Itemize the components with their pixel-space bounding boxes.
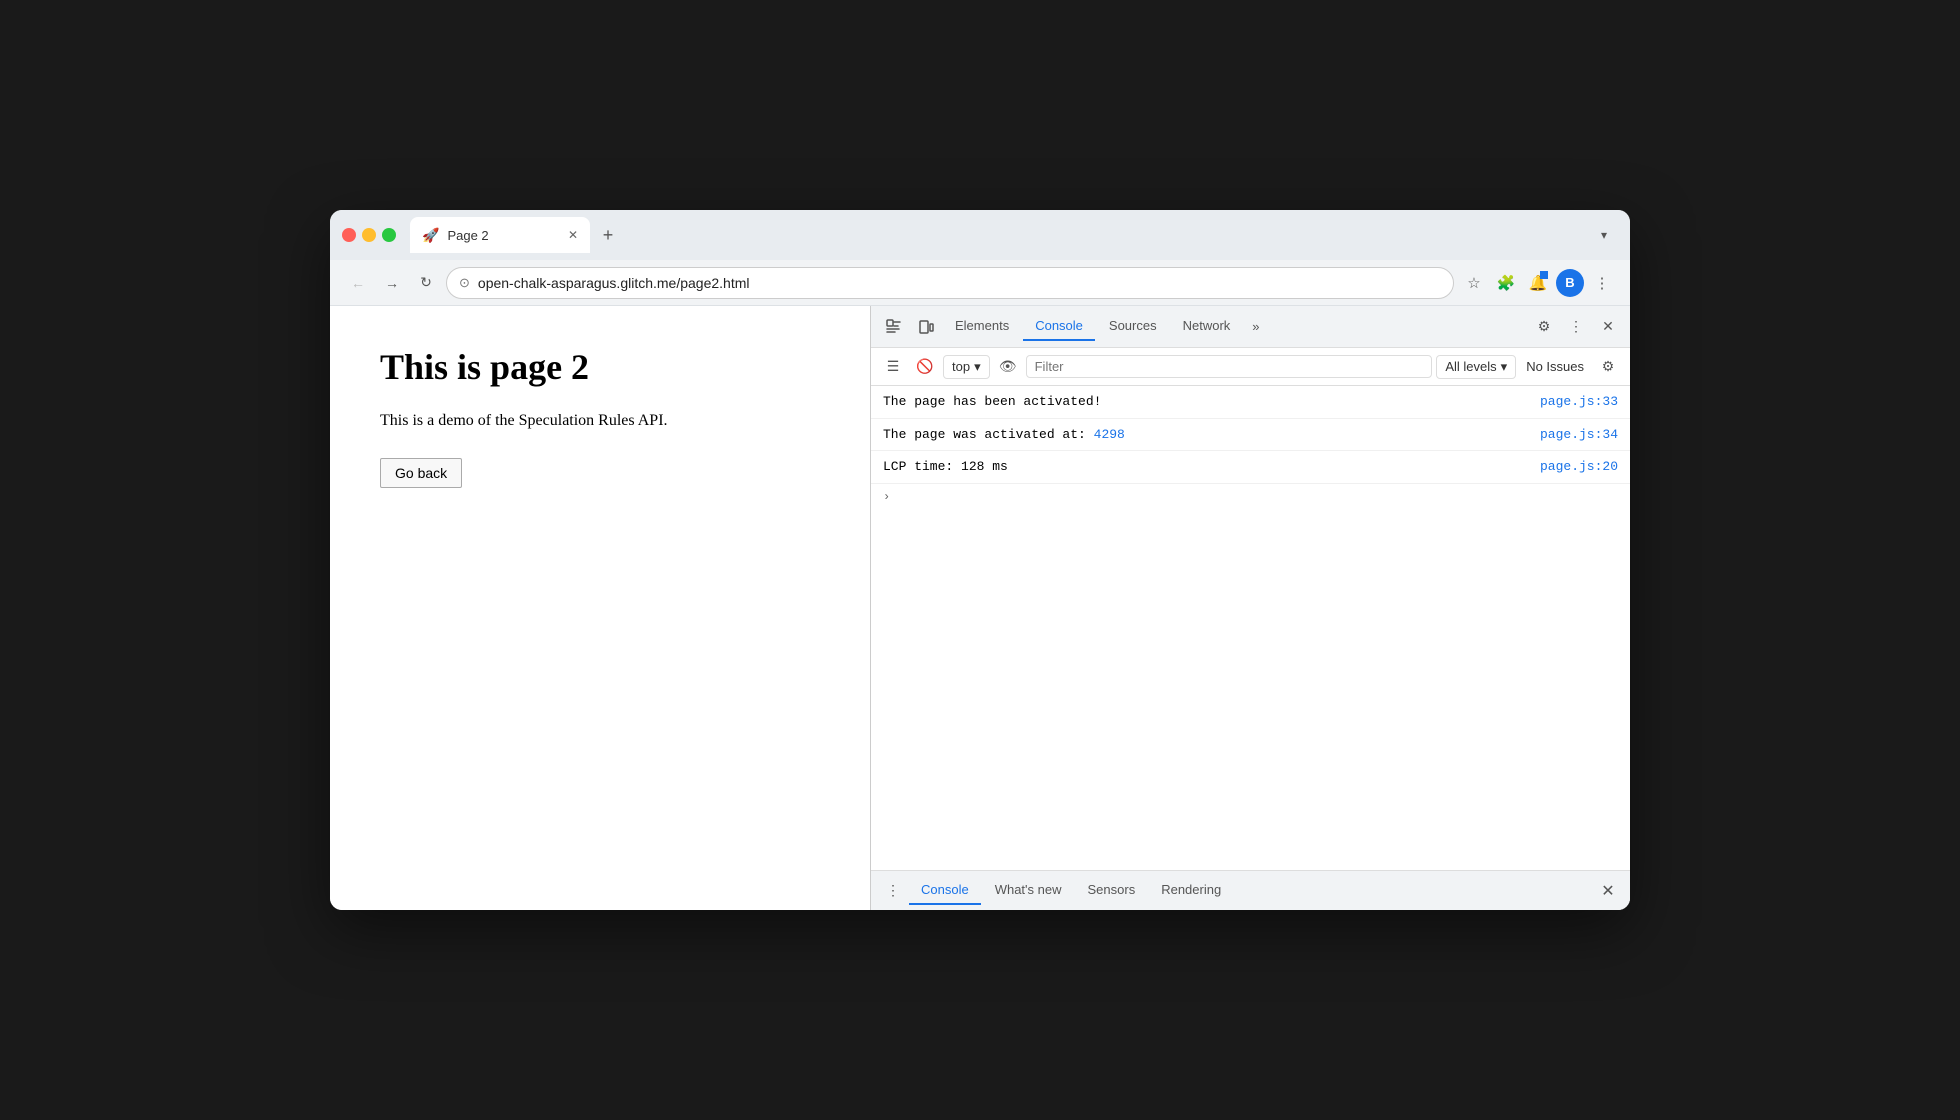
tab-sources[interactable]: Sources [1097,312,1169,341]
console-level-label: All levels [1445,359,1496,374]
page-description: This is a demo of the Speculation Rules … [380,408,820,434]
devtools-tabs-more[interactable]: » [1244,315,1267,338]
devtools-tabs: Elements Console Sources Network » ⚙ ⋮ ✕ [871,306,1630,348]
back-button[interactable]: ← [344,269,372,297]
console-message-2-value: 4298 [1094,427,1125,442]
minimize-traffic-light[interactable] [362,228,376,242]
chrome-dropdown-button[interactable]: ▾ [1590,221,1618,249]
bottom-tab-rendering[interactable]: Rendering [1149,876,1233,905]
console-message-3: LCP time: 128 ms [883,457,1540,477]
address-icon: ⊙ [459,275,470,291]
address-text: open-chalk-asparagus.glitch.me/page2.htm… [478,275,1441,291]
console-settings-button[interactable]: ⚙ [1594,353,1622,381]
console-link-1[interactable]: page.js:33 [1540,392,1618,412]
tab-close-button[interactable]: ✕ [568,228,578,242]
page-heading: This is page 2 [380,346,820,388]
page-content: This is page 2 This is a demo of the Spe… [330,306,870,910]
chrome-menu-button[interactable]: ⋮ [1588,269,1616,297]
no-issues-label: No Issues [1520,356,1590,377]
bottom-menu-icon[interactable]: ⋮ [879,877,907,905]
tab-network[interactable]: Network [1171,312,1243,341]
active-tab[interactable]: 🚀 Page 2 ✕ [410,217,590,253]
browser-window: 🚀 Page 2 ✕ + ▾ ← → ↻ ⊙ open-chalk-aspara… [330,210,1630,910]
devtools-device-icon[interactable] [911,312,941,342]
devtools-panel: Elements Console Sources Network » ⚙ ⋮ ✕… [870,306,1630,910]
chevron-level-icon: ▾ [1501,359,1508,375]
console-level-selector[interactable]: All levels ▾ [1436,355,1516,379]
console-eye-button[interactable]: 👁 [994,353,1022,381]
bookmark-button[interactable]: ☆ [1460,269,1488,297]
console-expand-chevron[interactable]: › [871,484,1630,510]
traffic-lights [342,228,396,242]
tab-console[interactable]: Console [1023,312,1095,341]
tab-favicon: 🚀 [422,227,439,244]
console-link-3[interactable]: page.js:20 [1540,457,1618,477]
nav-bar: ← → ↻ ⊙ open-chalk-asparagus.glitch.me/p… [330,260,1630,306]
notification-button[interactable]: 🔔 [1524,269,1552,297]
console-entry-1: The page has been activated! page.js:33 [871,386,1630,419]
console-message-2: The page was activated at: 4298 [883,425,1540,445]
bottom-tab-whats-new[interactable]: What's new [983,876,1074,905]
new-tab-button[interactable]: + [594,221,622,249]
tab-title: Page 2 [447,228,560,243]
console-clear-button[interactable]: 🚫 [911,353,939,381]
console-filter-input[interactable] [1026,355,1433,378]
devtools-bottom-bar: ⋮ Console What's new Sensors Rendering ✕ [871,870,1630,910]
console-context-selector[interactable]: top ▾ [943,355,990,379]
console-entry-2: The page was activated at: 4298 page.js:… [871,419,1630,452]
main-area: This is page 2 This is a demo of the Spe… [330,306,1630,910]
chevron-down-icon: ▾ [974,359,981,375]
console-context-label: top [952,359,970,374]
devtools-close-button[interactable]: ✕ [1594,313,1622,341]
nav-actions: ☆ 🧩 🔔 B ⋮ [1460,269,1616,297]
console-message-1: The page has been activated! [883,392,1540,412]
devtools-settings-button[interactable]: ⚙ [1530,313,1558,341]
console-link-2[interactable]: page.js:34 [1540,425,1618,445]
bottom-tab-sensors[interactable]: Sensors [1076,876,1148,905]
title-bar: 🚀 Page 2 ✕ + ▾ [330,210,1630,260]
profile-button[interactable]: B [1556,269,1584,297]
refresh-button[interactable]: ↻ [412,269,440,297]
devtools-tab-end: ⚙ ⋮ ✕ [1530,313,1622,341]
go-back-button[interactable]: Go back [380,458,462,488]
console-entry-3: LCP time: 128 ms page.js:20 [871,451,1630,484]
devtools-inspect-icon[interactable] [879,312,909,342]
bottom-tab-console[interactable]: Console [909,876,981,905]
extension-button[interactable]: 🧩 [1492,269,1520,297]
tab-bar: 🚀 Page 2 ✕ + [410,217,1582,253]
devtools-more-button[interactable]: ⋮ [1562,313,1590,341]
close-traffic-light[interactable] [342,228,356,242]
bottom-close-button[interactable]: ✕ [1594,877,1622,905]
console-toolbar: ☰ 🚫 top ▾ 👁 All levels ▾ No Issues ⚙ [871,348,1630,386]
console-sidebar-button[interactable]: ☰ [879,353,907,381]
forward-button[interactable]: → [378,269,406,297]
address-bar[interactable]: ⊙ open-chalk-asparagus.glitch.me/page2.h… [446,267,1454,299]
console-output: The page has been activated! page.js:33 … [871,386,1630,870]
title-bar-end: ▾ [1590,221,1618,249]
tab-elements[interactable]: Elements [943,312,1021,341]
maximize-traffic-light[interactable] [382,228,396,242]
console-message-2-prefix: The page was activated at: [883,427,1094,442]
